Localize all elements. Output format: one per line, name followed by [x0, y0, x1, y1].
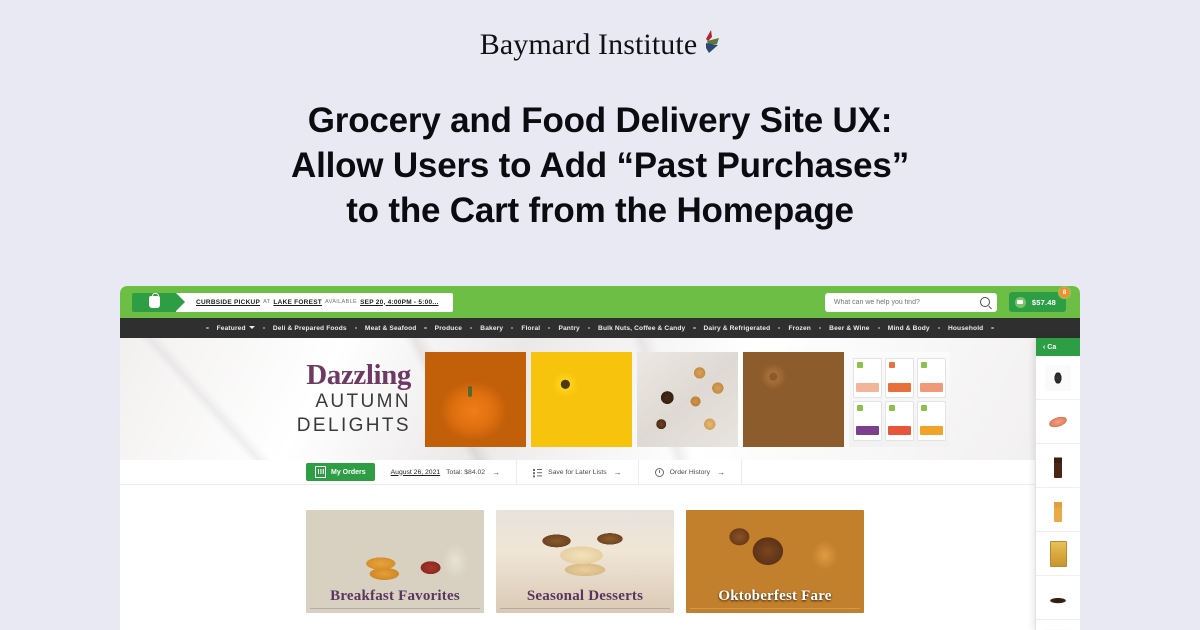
nav-item-bakery[interactable]: Bakery	[480, 325, 503, 332]
pretzels-photo[interactable]	[637, 351, 738, 447]
pickup-slot: SEP 20, 4:00PM - 5:00...	[360, 298, 439, 306]
chevron-down-icon	[248, 326, 255, 330]
nav-item-beer-wine[interactable]: Beer & Wine	[829, 325, 869, 332]
nav-separator-dot	[548, 326, 551, 330]
save-for-later-arrow: →	[613, 467, 622, 477]
nav-separator-dot	[424, 326, 427, 330]
nav-separator-dot	[693, 326, 696, 330]
pickup-label: CURBSIDE PICKUP	[196, 298, 261, 306]
nav-separator-dot	[937, 326, 940, 330]
brand-name: Baymard Institute	[479, 28, 698, 61]
brand-header: Baymard Institute	[0, 0, 1200, 60]
list-icon	[533, 468, 543, 477]
page-title: Grocery and Food Delivery Site UX: Allow…	[110, 98, 1090, 233]
cart-total: $57.48	[1031, 297, 1056, 307]
last-order-link[interactable]: August 26, 2021 Total: $84.02 →	[375, 459, 518, 485]
nav-item-frozen[interactable]: Frozen	[788, 325, 811, 332]
promo-card-desserts[interactable]: Seasonal Desserts	[496, 510, 674, 613]
nav-separator-dot	[354, 326, 357, 330]
embedded-site-screenshot: CURBSIDE PICKUP AT LAKE FOREST AVAILABLE…	[120, 286, 1080, 630]
utility-bar: CURBSIDE PICKUP AT LAKE FOREST AVAILABLE…	[120, 286, 1080, 318]
cart-badge: 8	[1058, 286, 1071, 299]
title-line-1: Grocery and Food Delivery Site UX:	[307, 101, 893, 140]
nav-separator-dot	[587, 326, 591, 330]
cart-side-panel: ‹ Ca	[1035, 338, 1080, 630]
clock-icon	[654, 467, 664, 477]
save-for-later-label: Save for Later Lists	[548, 468, 607, 476]
save-for-later-link[interactable]: Save for Later Lists →	[517, 459, 639, 485]
title-line-2: Allow Users to Add “Past Purchases”	[291, 146, 909, 185]
nav-separator-dot	[778, 326, 781, 330]
nav-item-bulk-nuts-coffee-candy[interactable]: Bulk Nuts, Coffee & Candy	[598, 325, 685, 332]
pickup-available: AVAILABLE	[325, 299, 358, 305]
nav-separator-dot	[877, 326, 880, 330]
nav-separator-dot	[511, 326, 514, 330]
cart-panel-header[interactable]: ‹ Ca	[1036, 338, 1080, 356]
nav-item-mind-body[interactable]: Mind & Body	[888, 325, 930, 332]
promo-card-breakfast-label: Breakfast Favorites	[330, 588, 460, 604]
search-input[interactable]	[831, 297, 980, 307]
nav-separator-dot	[991, 326, 994, 330]
order-history-arrow: →	[717, 467, 726, 477]
my-orders-label: My Orders	[331, 468, 366, 476]
promo-card-desserts-label: Seasonal Desserts	[526, 588, 644, 604]
my-orders-bar: My Orders August 26, 2021 Total: $84.02 …	[120, 459, 1080, 485]
cart-thumb-salmon[interactable]	[1036, 400, 1080, 444]
nav-separator-dot	[470, 326, 473, 330]
cart-thumb-spice[interactable]	[1036, 356, 1080, 400]
promo-card-breakfast[interactable]: Breakfast Favorites	[306, 510, 484, 613]
pickup-at: AT	[263, 299, 271, 305]
cart-thumb-sauce-bottle[interactable]	[1036, 488, 1080, 532]
curbside-pickup-selector[interactable]: CURBSIDE PICKUP AT LAKE FOREST AVAILABLE…	[132, 292, 453, 312]
nav-item-dairy-refrigerated[interactable]: Dairy & Refrigerated	[704, 325, 771, 332]
search-box[interactable]	[824, 292, 997, 312]
grocery-bag-icon	[132, 292, 185, 312]
promo-card-oktoberfest[interactable]: Oktoberfest Fare	[686, 510, 864, 613]
hero-text: Dazzling AUTUMN DELIGHTS	[120, 361, 425, 436]
nav-item-meat-seafood[interactable]: Meat & Seafood	[365, 325, 417, 332]
order-history-link[interactable]: Order History →	[639, 459, 743, 485]
order-history-label: Order History	[669, 468, 711, 476]
nav-item-produce[interactable]: Produce	[435, 325, 462, 332]
nav-separator-dot	[262, 326, 265, 330]
pumpkins-photo[interactable]	[425, 351, 526, 447]
hero-headline: Dazzling	[306, 359, 411, 392]
nav-item-featured[interactable]: Featured	[217, 325, 255, 332]
title-line-3: to the Cart from the Homepage	[346, 191, 854, 230]
hero-banner[interactable]: Dazzling AUTUMN DELIGHTS	[120, 338, 1080, 460]
nav-item-household[interactable]: Household	[948, 325, 983, 332]
last-order-date: August 26, 2021	[390, 468, 441, 476]
my-orders-tab[interactable]: My Orders	[306, 463, 375, 481]
cart-panel-title: ‹ Ca	[1043, 343, 1057, 351]
nav-item-pantry[interactable]: Pantry	[558, 325, 579, 332]
promo-card-oktoberfest-label: Oktoberfest Fare	[718, 588, 832, 604]
promo-card-row: Breakfast Favorites Seasonal Desserts Ok…	[120, 485, 1080, 630]
packaged-goods-photo[interactable]	[849, 351, 950, 447]
main-navigation: Featured Deli & Prepared Foods Meat & Seaf…	[120, 318, 1080, 338]
apple-cider-donuts-photo[interactable]	[743, 351, 844, 447]
hero-image-strip	[425, 351, 950, 447]
cart-thumb-coffee-grounds[interactable]	[1036, 576, 1080, 620]
hero-subline-2: DELIGHTS	[296, 414, 411, 436]
cart-icon	[1014, 296, 1026, 308]
sunflowers-photo[interactable]	[531, 351, 632, 447]
hero-subline-1: AUTUMN	[315, 391, 411, 413]
nav-separator-dot	[818, 326, 822, 330]
cart-thumb-snack-pack[interactable]	[1036, 532, 1080, 576]
last-order-arrow: →	[492, 467, 501, 477]
orders-icon	[315, 466, 326, 478]
nav-item-deli-prepared-foods[interactable]: Deli & Prepared Foods	[273, 325, 347, 332]
nav-item-floral[interactable]: Floral	[521, 325, 540, 332]
nav-separator-dot	[206, 326, 209, 330]
search-icon[interactable]	[979, 297, 990, 307]
cart-thumb-beer-bottle[interactable]	[1036, 444, 1080, 488]
last-order-total: Total: $84.02	[446, 468, 486, 476]
cart-button[interactable]: $57.48 8	[1008, 286, 1071, 312]
baymard-logo-mark	[690, 28, 720, 58]
cart-thumb-empty[interactable]	[1036, 620, 1080, 630]
pickup-store: LAKE FOREST	[273, 298, 323, 306]
